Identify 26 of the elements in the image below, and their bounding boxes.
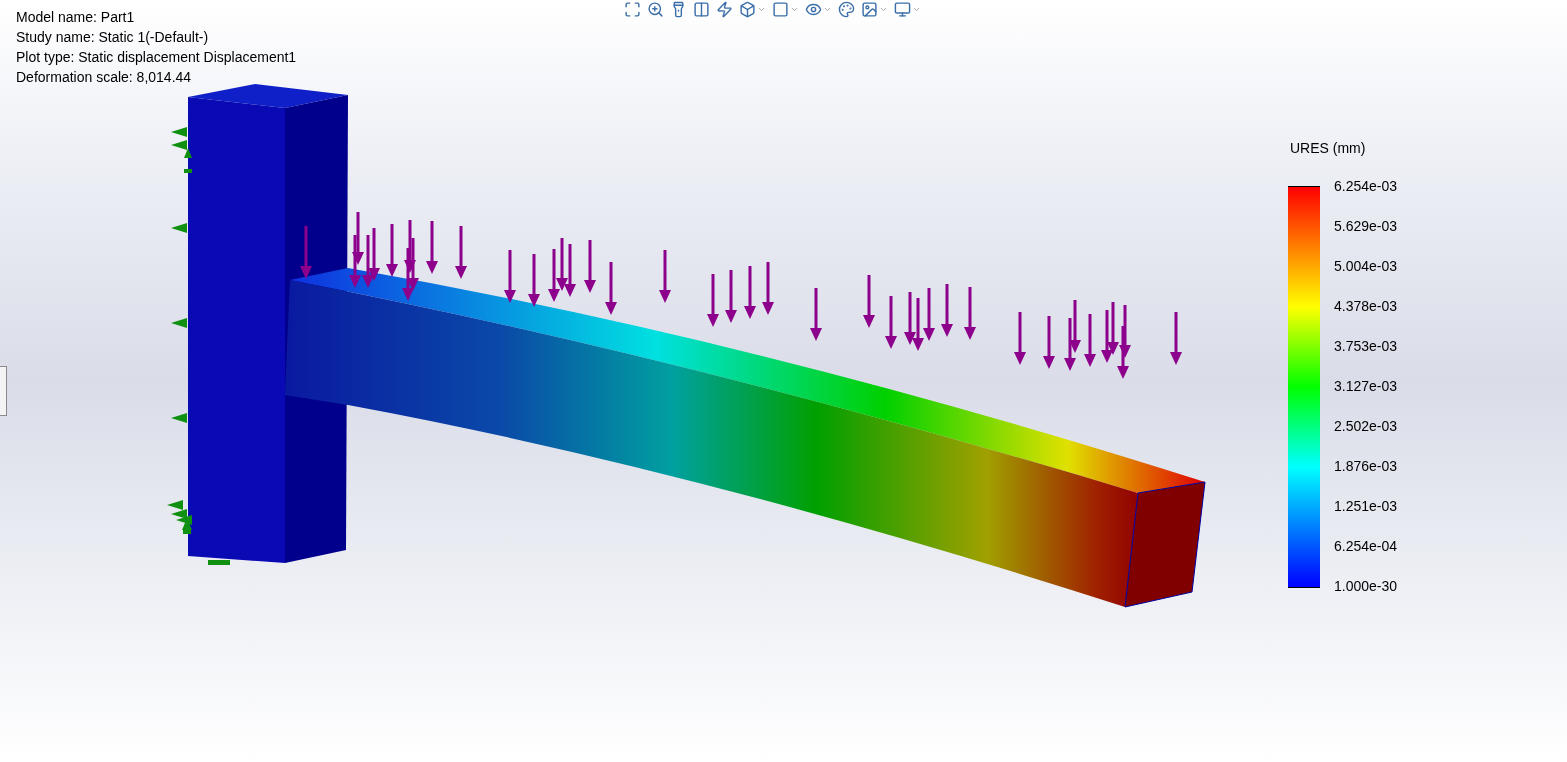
legend-value: 6.254e-04 [1334, 537, 1398, 556]
legend-value: 5.629e-03 [1334, 217, 1398, 236]
plot-info-text: Deformation scale: 8,014.44 [16, 68, 193, 86]
legend-value: 6.254e-03 [1334, 177, 1398, 196]
legend-value: 4.378e-03 [1334, 297, 1398, 316]
toolbar-button[interactable] [716, 0, 733, 18]
legend-value: 2.502e-03 [1334, 417, 1398, 436]
legend-title: URES (mm) [1290, 140, 1367, 156]
toolbar-button[interactable] [861, 0, 888, 18]
legend-value: 3.127e-03 [1334, 377, 1398, 396]
legend-value: 3.753e-03 [1334, 337, 1398, 356]
toolbar-button[interactable] [772, 0, 799, 18]
plot-info-text: Study name: Static 1(-Default-) [16, 28, 210, 46]
toolbar-button[interactable] [894, 0, 921, 18]
panel-handle[interactable] [0, 366, 7, 416]
toolbar-button[interactable] [693, 0, 710, 18]
toolbar-button[interactable] [647, 0, 664, 18]
legend-value: 1.251e-03 [1334, 497, 1398, 516]
legend-value: 1.000e-30 [1334, 577, 1398, 596]
toolbar-button[interactable] [838, 0, 855, 18]
toolbar-button[interactable] [739, 0, 766, 18]
toolbar-button[interactable] [624, 0, 641, 18]
plot-info-text: Plot type: Static displacement Displacement1 [16, 48, 297, 66]
plot-info-text: Model name: Part1 [16, 8, 136, 26]
legend-value: 5.004e-03 [1334, 257, 1398, 276]
legend-value: 1.876e-03 [1334, 457, 1398, 476]
